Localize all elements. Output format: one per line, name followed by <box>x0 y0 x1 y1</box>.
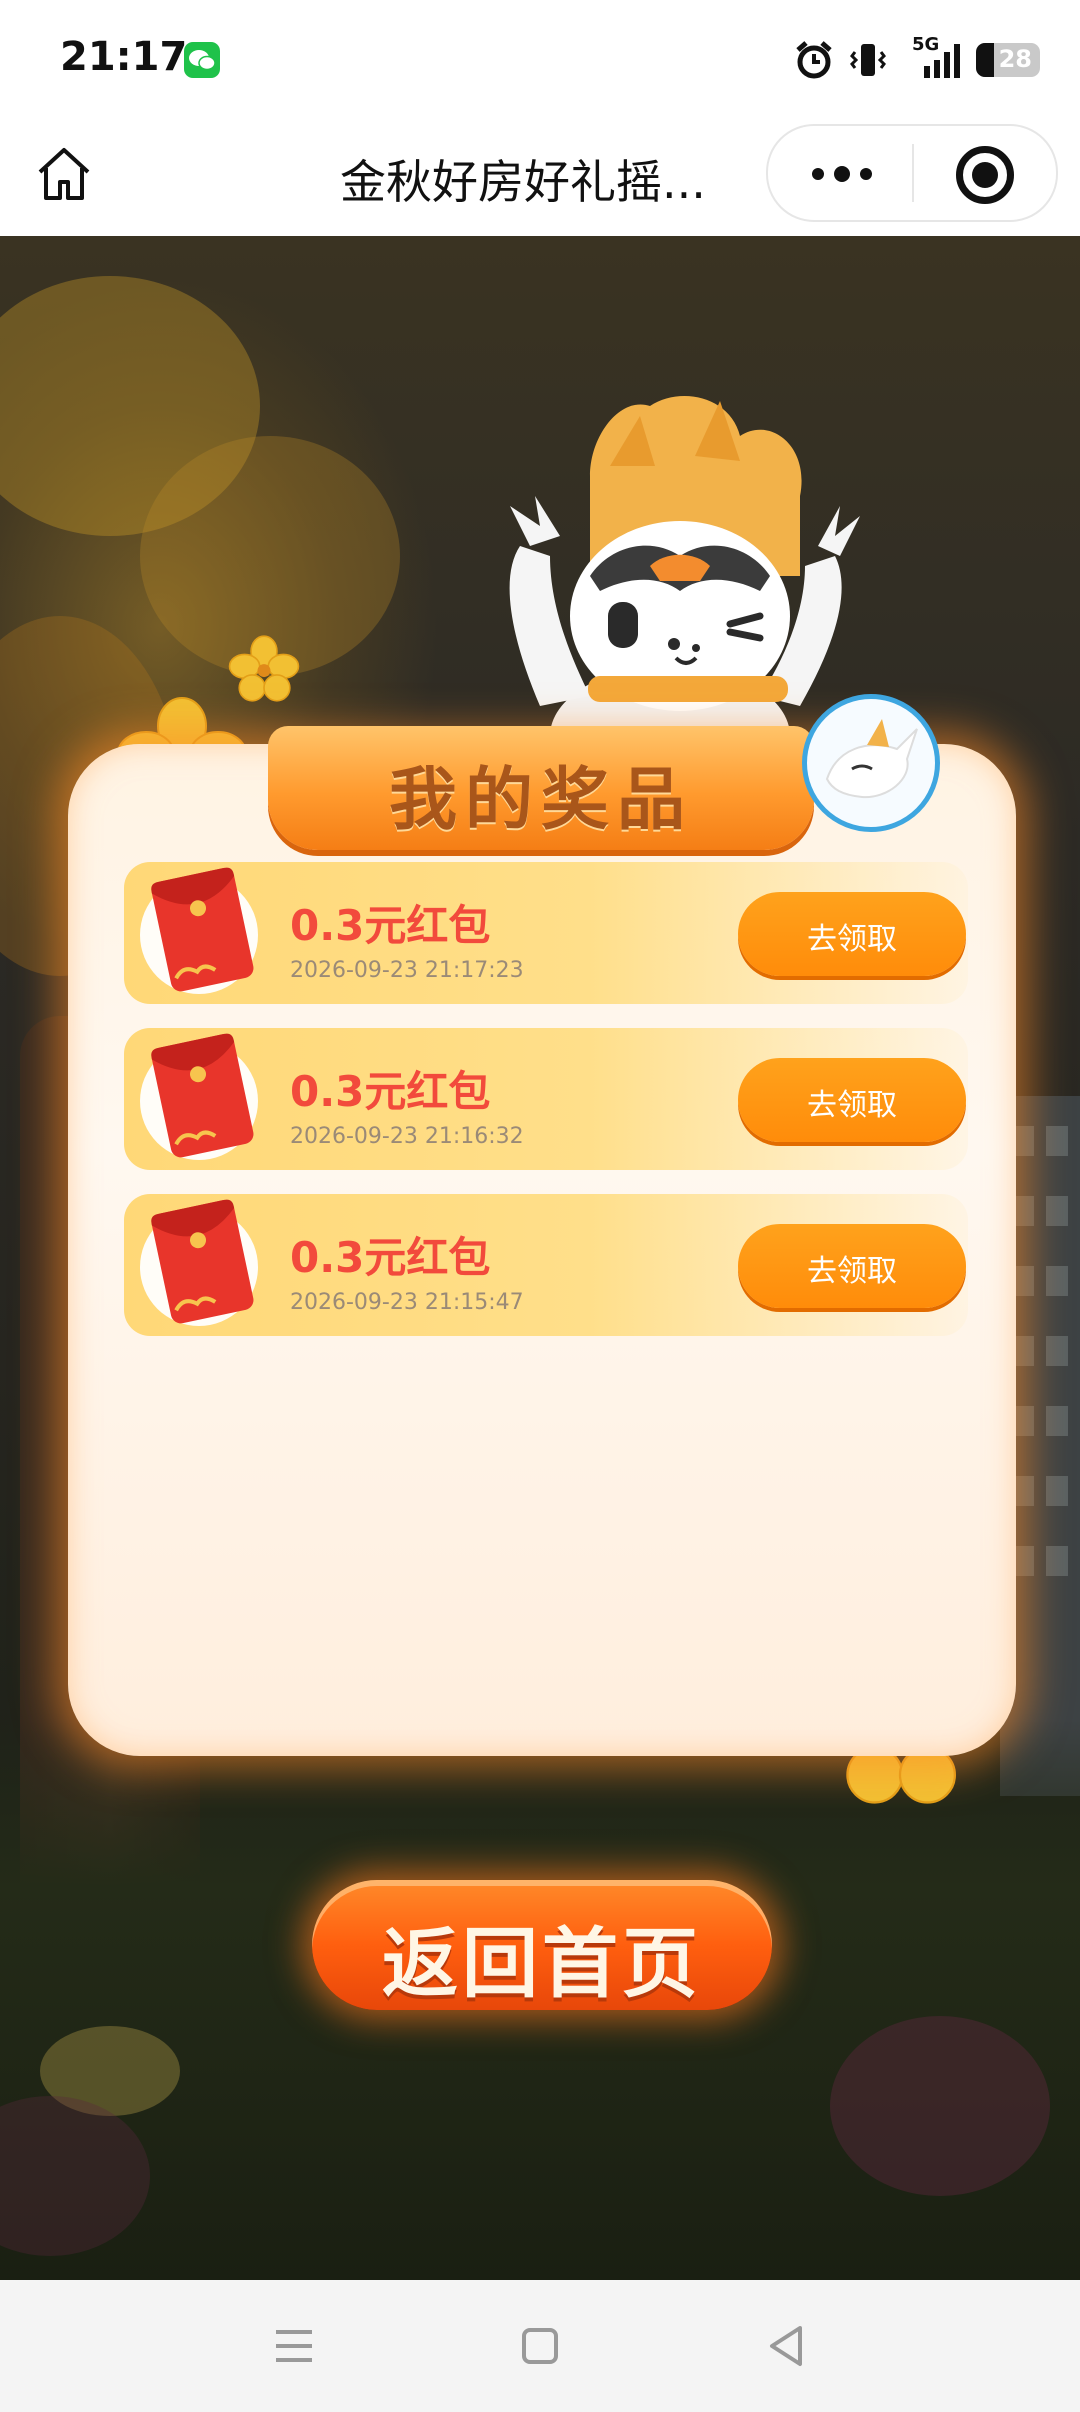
status-time: 21:17 <box>60 34 188 80</box>
battery-level: 28 <box>998 45 1032 73</box>
red-envelope-icon <box>136 852 266 1002</box>
panel-title: 我的奖品 <box>388 761 693 840</box>
prize-name: 0.3元红包 <box>290 1233 491 1282</box>
prize-time: 2026-09-23 21:16:32 <box>290 1124 524 1149</box>
back-home-label: 返回首页 <box>382 1919 702 2008</box>
panel-header: 我的奖品 <box>268 726 814 850</box>
wechat-icon <box>184 42 220 78</box>
home-icon[interactable] <box>32 142 96 206</box>
claim-button[interactable]: 去领取 <box>738 892 966 976</box>
miniprogram-capsule <box>766 124 1058 222</box>
home-square-icon[interactable] <box>510 2316 570 2376</box>
prize-item: 0.3元红包 2026-09-23 21:15:47 去领取 <box>124 1194 968 1336</box>
back-triangle-icon[interactable] <box>756 2316 816 2376</box>
back-home-button[interactable]: 返回首页 <box>312 1880 772 2010</box>
prize-time: 2026-09-23 21:17:23 <box>290 958 524 983</box>
claim-button-label: 去领取 <box>807 922 897 957</box>
prize-name: 0.3元红包 <box>290 901 491 950</box>
alarm-icon <box>796 41 832 79</box>
status-icons: 5G 28 <box>794 34 1040 84</box>
prize-name: 0.3元红包 <box>290 1067 491 1116</box>
prize-time: 2026-09-23 21:15:47 <box>290 1290 524 1315</box>
claim-button[interactable]: 去领取 <box>738 1058 966 1142</box>
menu-icon[interactable] <box>264 2316 324 2376</box>
flower-icon <box>228 635 300 702</box>
battery-icon: 28 <box>976 43 1040 77</box>
status-bar: 21:17 5G 28 <box>0 0 1080 120</box>
red-envelope-icon <box>136 1184 266 1334</box>
flower-decoration <box>830 2016 1050 2196</box>
claim-button[interactable]: 去领取 <box>738 1224 966 1308</box>
system-nav-bar <box>0 2280 1080 2412</box>
close-miniprogram-icon[interactable] <box>914 126 1054 220</box>
more-icon[interactable] <box>768 126 912 220</box>
red-envelope-icon <box>136 1018 266 1168</box>
network-type: 5G <box>902 34 962 80</box>
claim-button-label: 去领取 <box>807 1088 897 1123</box>
nav-bar: 金秋好房好礼摇... <box>0 120 1080 236</box>
claim-button-label: 去领取 <box>807 1254 897 1289</box>
prize-item: 0.3元红包 2026-09-23 21:17:23 去领取 <box>124 862 968 1004</box>
page-title: 金秋好房好礼摇... <box>340 155 706 209</box>
prize-item: 0.3元红包 2026-09-23 21:16:32 去领取 <box>124 1028 968 1170</box>
vibrate-icon <box>850 44 886 76</box>
mascot-avatar <box>802 694 940 832</box>
signal-icon <box>924 44 960 78</box>
